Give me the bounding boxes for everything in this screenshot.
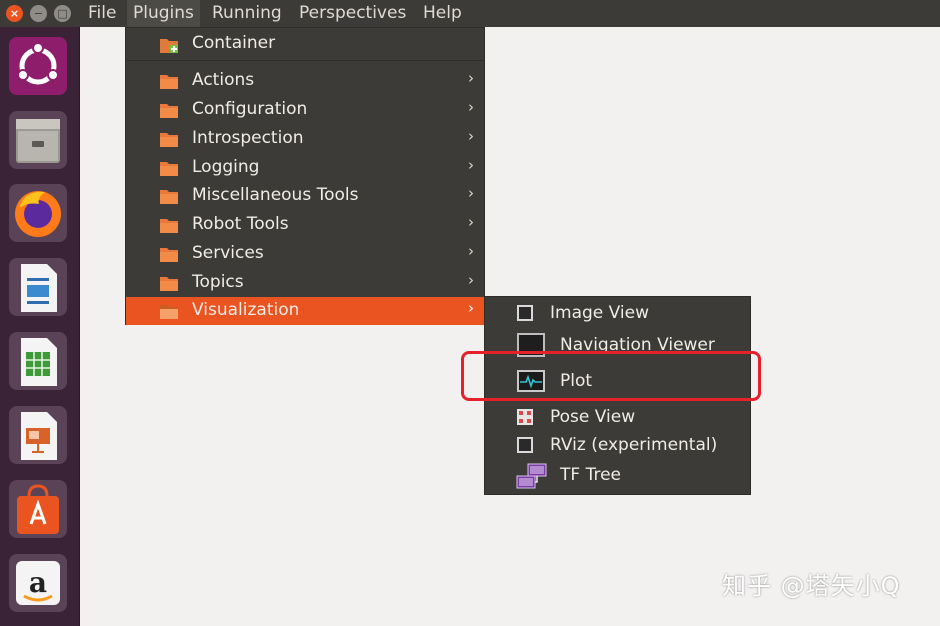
menu-item-label: Robot Tools xyxy=(192,214,289,234)
submenu-item-label: Pose View xyxy=(550,407,636,427)
menu-item-label: Topics xyxy=(192,272,244,292)
menubar: × − □ File Plugins Running Perspectives … xyxy=(0,0,940,27)
software-center-icon[interactable] xyxy=(7,478,69,540)
menu-help[interactable]: Help xyxy=(417,0,468,27)
menu-item-visualization[interactable]: Visualization › xyxy=(126,297,484,325)
writer-icon[interactable] xyxy=(7,256,69,318)
firefox-icon[interactable] xyxy=(7,182,69,244)
menu-item-container[interactable]: Container xyxy=(126,30,484,58)
tf-tree-icon xyxy=(516,463,548,496)
submenu-arrow-icon: › xyxy=(468,156,474,174)
menu-item-robot-tools[interactable]: Robot Tools › xyxy=(126,211,484,239)
folder-icon xyxy=(159,131,179,153)
menu-item-miscellaneous-tools[interactable]: Miscellaneous Tools › xyxy=(126,182,484,210)
menu-item-configuration[interactable]: Configuration › xyxy=(126,96,484,124)
submenu-item-rviz[interactable]: RViz (experimental) xyxy=(485,431,750,459)
menu-item-label: Actions xyxy=(192,70,255,90)
submenu-item-tf-tree[interactable]: TF Tree xyxy=(485,461,750,493)
folder-icon xyxy=(159,303,179,325)
menu-item-logging[interactable]: Logging › xyxy=(126,154,484,182)
plugins-menu: Container Actions › Configuration › Intr… xyxy=(125,27,485,325)
submenu-arrow-icon: › xyxy=(468,98,474,116)
container-plugin-icon xyxy=(159,36,179,59)
menu-running[interactable]: Running xyxy=(206,0,288,27)
rviz-icon xyxy=(516,436,534,459)
minimize-window-button[interactable]: − xyxy=(30,5,47,22)
menu-plugins[interactable]: Plugins xyxy=(127,0,200,27)
menu-item-label: Visualization xyxy=(192,300,300,320)
submenu-arrow-icon: › xyxy=(468,184,474,202)
menu-item-introspection[interactable]: Introspection › xyxy=(126,125,484,153)
folder-icon xyxy=(159,188,179,210)
folder-icon xyxy=(159,275,179,297)
pose-view-icon xyxy=(516,408,534,431)
folder-icon xyxy=(159,160,179,182)
submenu-item-image-view[interactable]: Image View xyxy=(485,299,750,327)
submenu-item-pose-view[interactable]: Pose View xyxy=(485,403,750,431)
menu-item-label: Services xyxy=(192,243,264,263)
menu-item-label: Container xyxy=(192,33,276,53)
ubuntu-icon[interactable] xyxy=(7,35,69,97)
menu-file[interactable]: File xyxy=(82,0,122,27)
plot-annotation-box xyxy=(461,351,761,401)
menu-item-label: Introspection xyxy=(192,128,304,148)
menu-item-topics[interactable]: Topics › xyxy=(126,269,484,297)
menu-item-actions[interactable]: Actions › xyxy=(126,67,484,95)
menu-item-label: Miscellaneous Tools xyxy=(192,185,359,205)
folder-icon xyxy=(159,217,179,239)
watermark: 知乎 @塔矢小Q xyxy=(722,572,901,600)
file-manager-icon[interactable] xyxy=(7,109,69,171)
menu-item-label: Logging xyxy=(192,157,260,177)
menu-perspectives[interactable]: Perspectives xyxy=(293,0,412,27)
folder-icon xyxy=(159,73,179,95)
launcher: a xyxy=(0,27,80,626)
submenu-arrow-icon: › xyxy=(468,271,474,289)
submenu-arrow-icon: › xyxy=(468,213,474,231)
maximize-window-button[interactable]: □ xyxy=(54,5,71,22)
menu-item-services[interactable]: Services › xyxy=(126,240,484,268)
impress-icon[interactable] xyxy=(7,404,69,466)
submenu-item-label: RViz (experimental) xyxy=(550,435,718,455)
folder-icon xyxy=(159,246,179,268)
submenu-arrow-icon: › xyxy=(468,69,474,87)
submenu-item-label: TF Tree xyxy=(560,465,621,485)
calc-icon[interactable] xyxy=(7,330,69,392)
amazon-icon[interactable]: a xyxy=(7,552,69,614)
menu-separator xyxy=(126,60,484,61)
close-window-button[interactable]: × xyxy=(6,5,23,22)
submenu-arrow-icon: › xyxy=(468,299,474,317)
submenu-item-label: Image View xyxy=(550,303,649,323)
submenu-arrow-icon: › xyxy=(468,242,474,260)
submenu-arrow-icon: › xyxy=(468,127,474,145)
svg-text:a: a xyxy=(29,566,47,599)
image-view-icon xyxy=(516,304,534,327)
menu-item-label: Configuration xyxy=(192,99,308,119)
folder-icon xyxy=(159,102,179,124)
